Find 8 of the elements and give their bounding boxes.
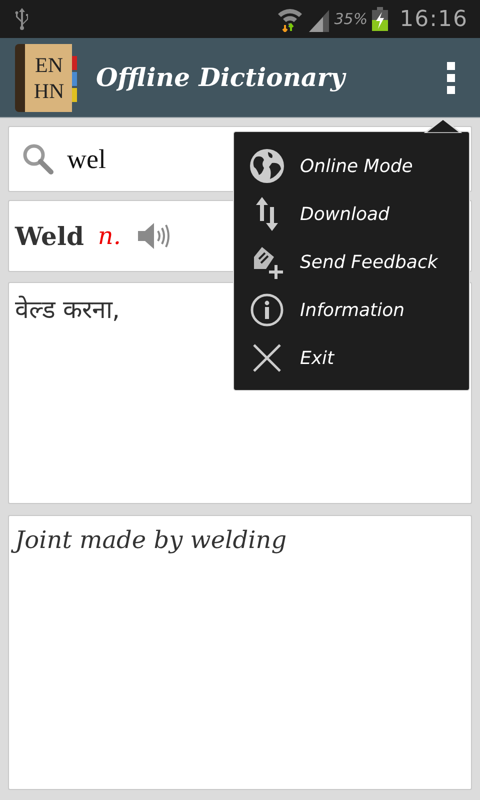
battery-percentage: 35%: [334, 10, 368, 28]
clock: 16:16: [400, 6, 468, 32]
headword: Weld: [15, 222, 84, 250]
translation-text: वेल्ड करना,: [15, 295, 120, 324]
logo-text: EN: [35, 52, 63, 78]
logo-text: HN: [34, 78, 64, 104]
part-of-speech: n.: [98, 222, 122, 250]
app-title: Offline Dictionary: [96, 63, 348, 92]
